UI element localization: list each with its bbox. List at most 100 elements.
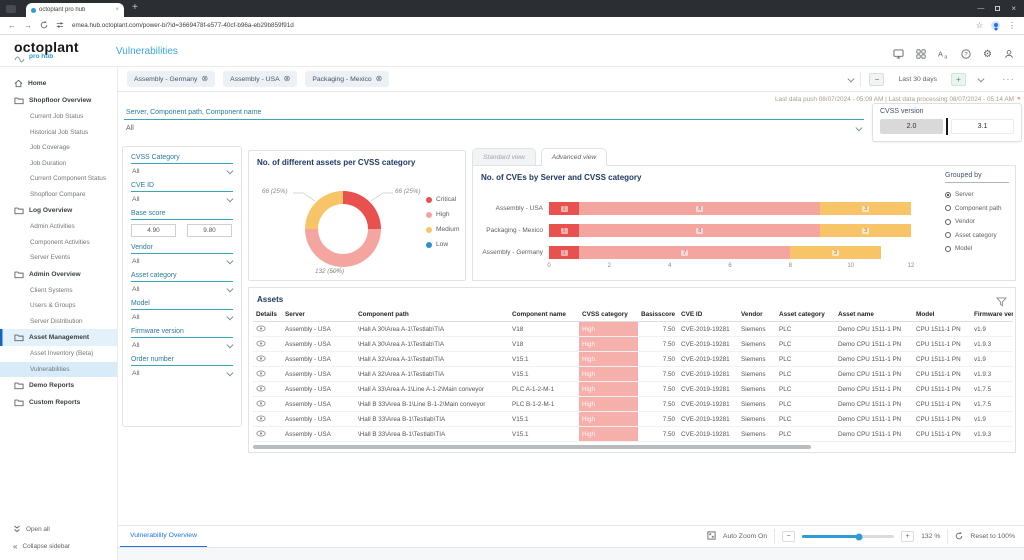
sidebar-item-shopfloor-overview[interactable]: Shopfloor Overview	[0, 92, 117, 109]
column-header-asset-name[interactable]: Asset name	[835, 308, 913, 322]
grouped-by-option-asset-category[interactable]: Asset category	[945, 229, 1009, 243]
details-eye-icon[interactable]	[256, 387, 266, 394]
back-icon[interactable]: ←	[8, 22, 16, 30]
sidebar-item-users-groups[interactable]: Users & Groups	[0, 298, 117, 314]
browser-menu-icon[interactable]: ⋮	[1008, 21, 1016, 30]
sidebar-item-admin-activities[interactable]: Admin Activities	[0, 219, 117, 235]
details-eye-icon[interactable]	[256, 432, 266, 439]
details-eye-icon[interactable]	[256, 402, 266, 409]
sidebar-item-client-systems[interactable]: Client Systems	[0, 283, 117, 299]
sidebar-item-custom-reports[interactable]: Custom Reports	[0, 394, 117, 411]
chip-remove-icon[interactable]: ⊗	[284, 75, 291, 83]
collapse-sidebar-button[interactable]: « Collapse sidebar	[0, 538, 117, 555]
settings-gear-icon[interactable]: ⚙	[983, 50, 992, 60]
url-text[interactable]: emea.hub.octoplant.com/power-bi?id=36694…	[72, 22, 968, 29]
zoom-in-button[interactable]: +	[901, 531, 914, 542]
column-header-firmware-vers[interactable]: Firmware vers	[971, 308, 1013, 322]
column-header-component-name[interactable]: Component name	[509, 308, 579, 322]
filter-chip-assembly-usa[interactable]: Assembly - USA⊗	[223, 71, 297, 87]
sidebar-item-home[interactable]: Home	[0, 75, 117, 92]
bar-segment-high[interactable]: 8	[579, 224, 820, 237]
sidebar-item-current-job-status[interactable]: Current Job Status	[0, 109, 117, 125]
open-all-button[interactable]: Open all	[0, 521, 117, 538]
details-eye-icon[interactable]	[256, 417, 266, 424]
base-score-max-input[interactable]: 9.80	[187, 224, 232, 237]
time-range-label[interactable]: Last 30 days	[898, 76, 937, 83]
grouped-by-option-component-path[interactable]: Component path	[945, 202, 1009, 216]
auto-zoom-label[interactable]: Auto Zoom On	[723, 533, 767, 540]
filter-field-dropdown[interactable]: All	[131, 282, 233, 295]
display-icon[interactable]	[893, 46, 904, 64]
sidebar-item-demo-reports[interactable]: Demo Reports	[0, 377, 117, 394]
time-range-plus-button[interactable]: +	[951, 73, 966, 86]
legend-item-high[interactable]: High	[426, 207, 459, 222]
filter-field-dropdown[interactable]: All	[131, 366, 233, 379]
zoom-slider-thumb[interactable]	[856, 533, 863, 540]
maximize-icon[interactable]	[995, 6, 1000, 11]
sidebar-item-shopfloor-compare[interactable]: Shopfloor Compare	[0, 187, 117, 203]
radio-button[interactable]	[945, 232, 951, 238]
zoom-out-button[interactable]: −	[782, 531, 795, 542]
column-header-cvss-category[interactable]: CVSS category	[579, 308, 638, 322]
filter-chip-packaging-mexico[interactable]: Packaging - Mexico⊗	[305, 71, 389, 87]
chip-remove-icon[interactable]: ⊗	[201, 75, 208, 83]
tab-standard-view[interactable]: Standard view	[472, 148, 536, 166]
sidebar-item-component-activities[interactable]: Component Activities	[0, 235, 117, 251]
browser-tab[interactable]: octoplant pro hub ×	[26, 3, 124, 17]
radio-button[interactable]	[945, 219, 951, 225]
chips-expand-chevron-icon[interactable]	[848, 75, 854, 81]
new-tab-icon[interactable]: +	[132, 2, 138, 13]
translate-icon[interactable]: Aa	[938, 46, 949, 64]
bar-segment-high[interactable]: 8	[579, 202, 820, 215]
grouped-by-option-model[interactable]: Model	[945, 242, 1009, 256]
filter-field-dropdown[interactable]: All	[131, 164, 233, 177]
filter-chip-assembly-germany[interactable]: Assembly - Germany⊗	[127, 71, 215, 87]
sidebar-item-server-distribution[interactable]: Server Distribution	[0, 314, 117, 330]
sidebar-item-asset-management[interactable]: Asset Management	[0, 329, 117, 346]
tab-advanced-view[interactable]: Advanced view	[541, 148, 607, 166]
bookmark-star-icon[interactable]: ☆	[976, 21, 983, 30]
legend-item-medium[interactable]: Medium	[426, 222, 459, 237]
browser-profile-avatar[interactable]	[991, 21, 1000, 30]
grouped-by-option-vendor[interactable]: Vendor	[945, 215, 1009, 229]
filter-field-dropdown[interactable]: All	[131, 192, 233, 205]
bar-segment-medium[interactable]: 3	[790, 246, 881, 259]
base-score-min-input[interactable]: 4.90	[131, 224, 176, 237]
tab-close-icon[interactable]: ×	[115, 7, 119, 13]
time-range-minus-button[interactable]: −	[869, 73, 884, 86]
details-eye-icon[interactable]	[256, 372, 266, 379]
column-header-details[interactable]: Details	[253, 308, 282, 322]
apps-grid-icon[interactable]	[916, 46, 926, 64]
horizontal-scrollbar[interactable]	[253, 445, 811, 449]
bar-segment-critical[interactable]: 1	[549, 202, 579, 215]
grouped-by-option-server[interactable]: Server	[945, 188, 1009, 202]
cvss-version-2-0-button[interactable]: 2.0	[880, 119, 943, 134]
radio-button[interactable]	[945, 205, 951, 211]
bar-segment-critical[interactable]: 1	[549, 246, 579, 259]
chip-remove-icon[interactable]: ⊗	[376, 75, 383, 83]
sidebar-item-asset-inventory-beta[interactable]: Asset Inventory (Beta)	[0, 346, 117, 362]
reset-zoom-label[interactable]: Reset to 100%	[970, 533, 1015, 540]
bar-segment-critical[interactable]: 1	[549, 224, 579, 237]
column-header-basisscore[interactable]: Basisscore	[638, 308, 678, 322]
sidebar-item-job-coverage[interactable]: Job Coverage	[0, 140, 117, 156]
filter-field-dropdown[interactable]: All	[131, 310, 233, 323]
sidebar-item-admin-overview[interactable]: Admin Overview	[0, 266, 117, 283]
sidebar-item-current-component-status[interactable]: Current Component Status	[0, 171, 117, 187]
bar-segment-medium[interactable]: 3	[820, 224, 911, 237]
details-eye-icon[interactable]	[256, 342, 266, 349]
time-range-chevron-icon[interactable]	[978, 75, 984, 81]
column-header-cve-id[interactable]: CVE ID	[678, 308, 738, 322]
close-icon[interactable]: ×	[1011, 4, 1016, 13]
sidebar-item-log-overview[interactable]: Log Overview	[0, 202, 117, 219]
filter-field-dropdown[interactable]: All	[131, 338, 233, 351]
column-header-server[interactable]: Server	[282, 308, 355, 322]
column-header-model[interactable]: Model	[913, 308, 971, 322]
details-eye-icon[interactable]	[256, 357, 266, 364]
filter-field-dropdown[interactable]: All	[131, 254, 233, 267]
forward-icon[interactable]: →	[24, 22, 32, 30]
sidebar-item-vulnerabilities[interactable]: Vulnerabilities	[0, 362, 117, 378]
sidebar-item-job-duration[interactable]: Job Duration	[0, 156, 117, 172]
sidebar-item-historical-job-status[interactable]: Historical Job Status	[0, 125, 117, 141]
radio-button[interactable]	[945, 246, 951, 252]
